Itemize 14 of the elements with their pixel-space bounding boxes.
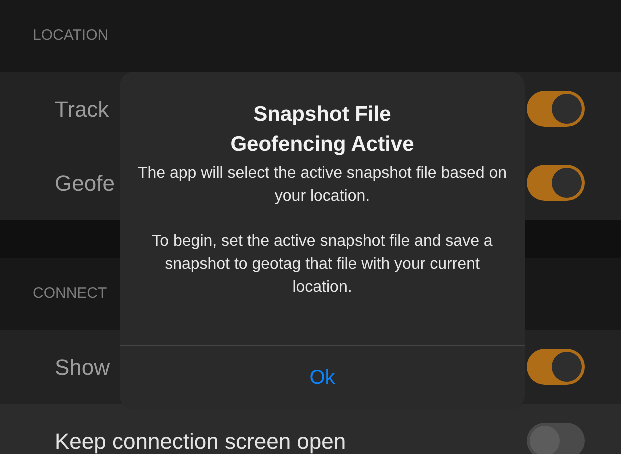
ok-button[interactable]: Ok bbox=[120, 346, 525, 410]
dialog-title: Snapshot File Geofencing Active bbox=[230, 102, 414, 158]
toggle-switch[interactable] bbox=[527, 423, 585, 454]
dialog-message: To begin, set the active snapshot file and save a snapshot to geotag that file with your current location. bbox=[151, 232, 494, 298]
row-label: Track bbox=[55, 96, 110, 124]
toggle-switch[interactable] bbox=[527, 165, 585, 201]
dialog-message: The app will select the active snapshot file based on your location. bbox=[136, 164, 508, 207]
toggle-switch[interactable] bbox=[527, 91, 585, 127]
section-header: CONNECT bbox=[33, 284, 108, 304]
section-header: LOCATION bbox=[33, 26, 109, 46]
row-label: Keep connection screen open bbox=[55, 428, 346, 454]
row-label: Show bbox=[55, 354, 110, 382]
row-label: Geofe bbox=[55, 170, 115, 198]
toggle-switch[interactable] bbox=[527, 349, 585, 385]
